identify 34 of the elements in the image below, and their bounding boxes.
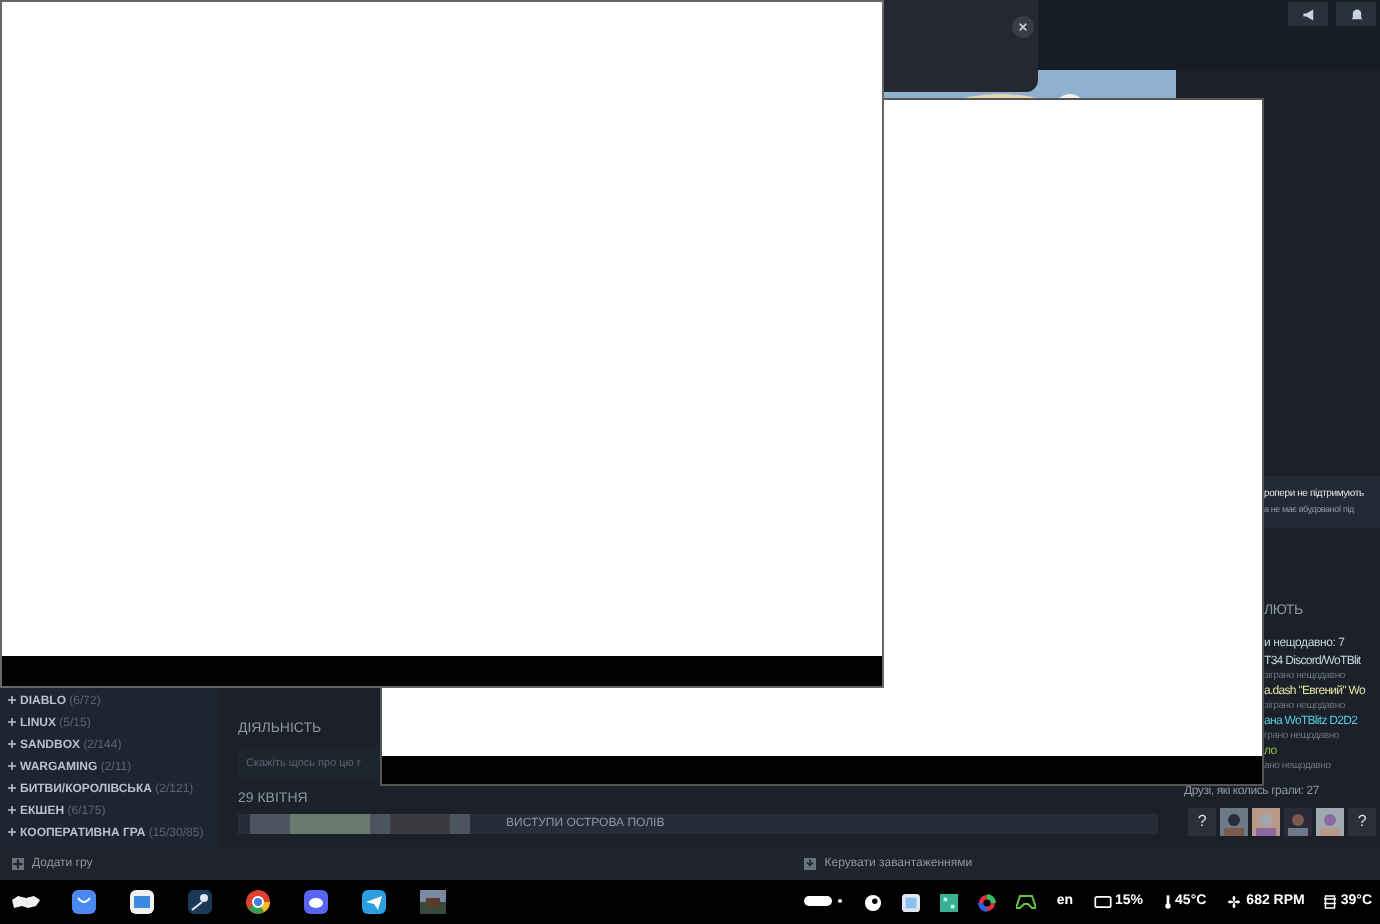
announcement-button[interactable]	[1288, 2, 1328, 26]
close-icon	[1018, 22, 1028, 32]
notification-button[interactable]	[1336, 2, 1376, 26]
thermometer-icon	[1163, 894, 1172, 910]
plus-icon	[8, 740, 16, 749]
plus-icon	[8, 784, 16, 793]
plus-icon	[8, 806, 16, 815]
plus-icon	[8, 696, 16, 705]
steam-icon[interactable]	[864, 893, 883, 911]
plus-icon	[12, 858, 24, 870]
color-wheel-icon[interactable]	[978, 893, 997, 911]
close-button[interactable]	[1012, 16, 1034, 38]
gamepad-icon[interactable]	[1016, 894, 1037, 910]
paper-plane-icon[interactable]	[362, 890, 386, 914]
plus-icon	[8, 718, 16, 727]
window-icon[interactable]	[902, 893, 921, 911]
download-icon	[804, 858, 817, 870]
map-icon[interactable]	[12, 894, 40, 910]
folder-icon[interactable]	[130, 890, 154, 914]
bell-icon	[1349, 7, 1363, 21]
battery-icon	[1093, 896, 1112, 908]
mail-icon[interactable]	[72, 890, 96, 914]
chip-icon	[1324, 894, 1337, 910]
grid-icon[interactable]	[940, 893, 959, 911]
unknown-avatar[interactable]: ?	[1188, 807, 1216, 836]
chat-icon[interactable]	[304, 890, 328, 914]
toggle-icon[interactable]	[804, 896, 845, 908]
unknown-avatar[interactable]: ?	[1348, 807, 1376, 836]
browser-icon[interactable]	[246, 890, 270, 914]
plus-icon	[8, 762, 16, 771]
megaphone-icon	[1301, 7, 1315, 21]
steam-icon[interactable]	[188, 890, 212, 914]
fan-icon	[1226, 894, 1243, 910]
plus-icon	[8, 828, 16, 837]
